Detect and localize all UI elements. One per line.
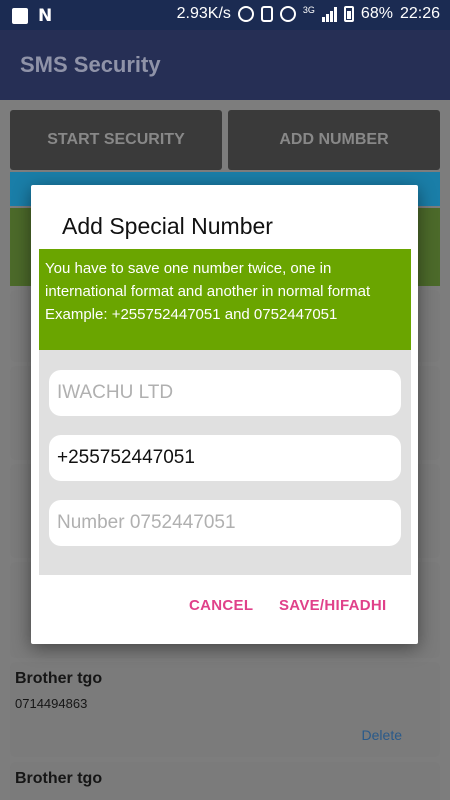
battery-level: 68% [360,5,393,22]
notification-icon [12,8,28,24]
n-app-icon: N [38,6,53,26]
save-button[interactable]: SAVE/HIFADHI [279,597,387,614]
start-security-button[interactable]: START SECURITY [10,110,222,170]
hotspot-icon [237,6,254,22]
contact-name: Brother tgo [15,770,103,787]
add-special-number-dialog: Add Special Number You have to save one … [31,185,418,644]
contact-phone: 0714494863 [15,696,88,711]
form-area [39,350,411,575]
normal-number-input[interactable] [49,500,401,546]
vibrate-icon [260,6,273,22]
clock: 22:26 [399,5,440,22]
alarm-icon [279,6,296,22]
contact-name: Brother tgo [15,670,103,687]
name-input[interactable] [49,370,401,416]
add-number-button[interactable]: ADD NUMBER [228,110,440,170]
app-bar: SMS Security [0,30,450,100]
list-item[interactable]: Brother tgo [10,762,440,800]
international-number-input[interactable] [49,435,401,481]
signal-icon [321,6,337,22]
dialog-title: Add Special Number [62,213,273,239]
delete-button[interactable]: Delete [362,727,402,743]
network-speed: 2.93K/s [176,5,231,22]
cancel-button[interactable]: CANCEL [189,597,253,614]
app-title: SMS Security [20,52,161,77]
dialog-actions: CANCEL SAVE/HIFADHI [31,575,418,644]
battery-icon [343,6,354,22]
status-bar: N 2.93K/s 3G 68% 22:26 [0,0,450,30]
format-notice: You have to save one number twice, one i… [39,249,411,350]
list-item[interactable]: Brother tgo 0714494863 Delete [10,662,440,757]
network-type: 3G [302,5,315,15]
